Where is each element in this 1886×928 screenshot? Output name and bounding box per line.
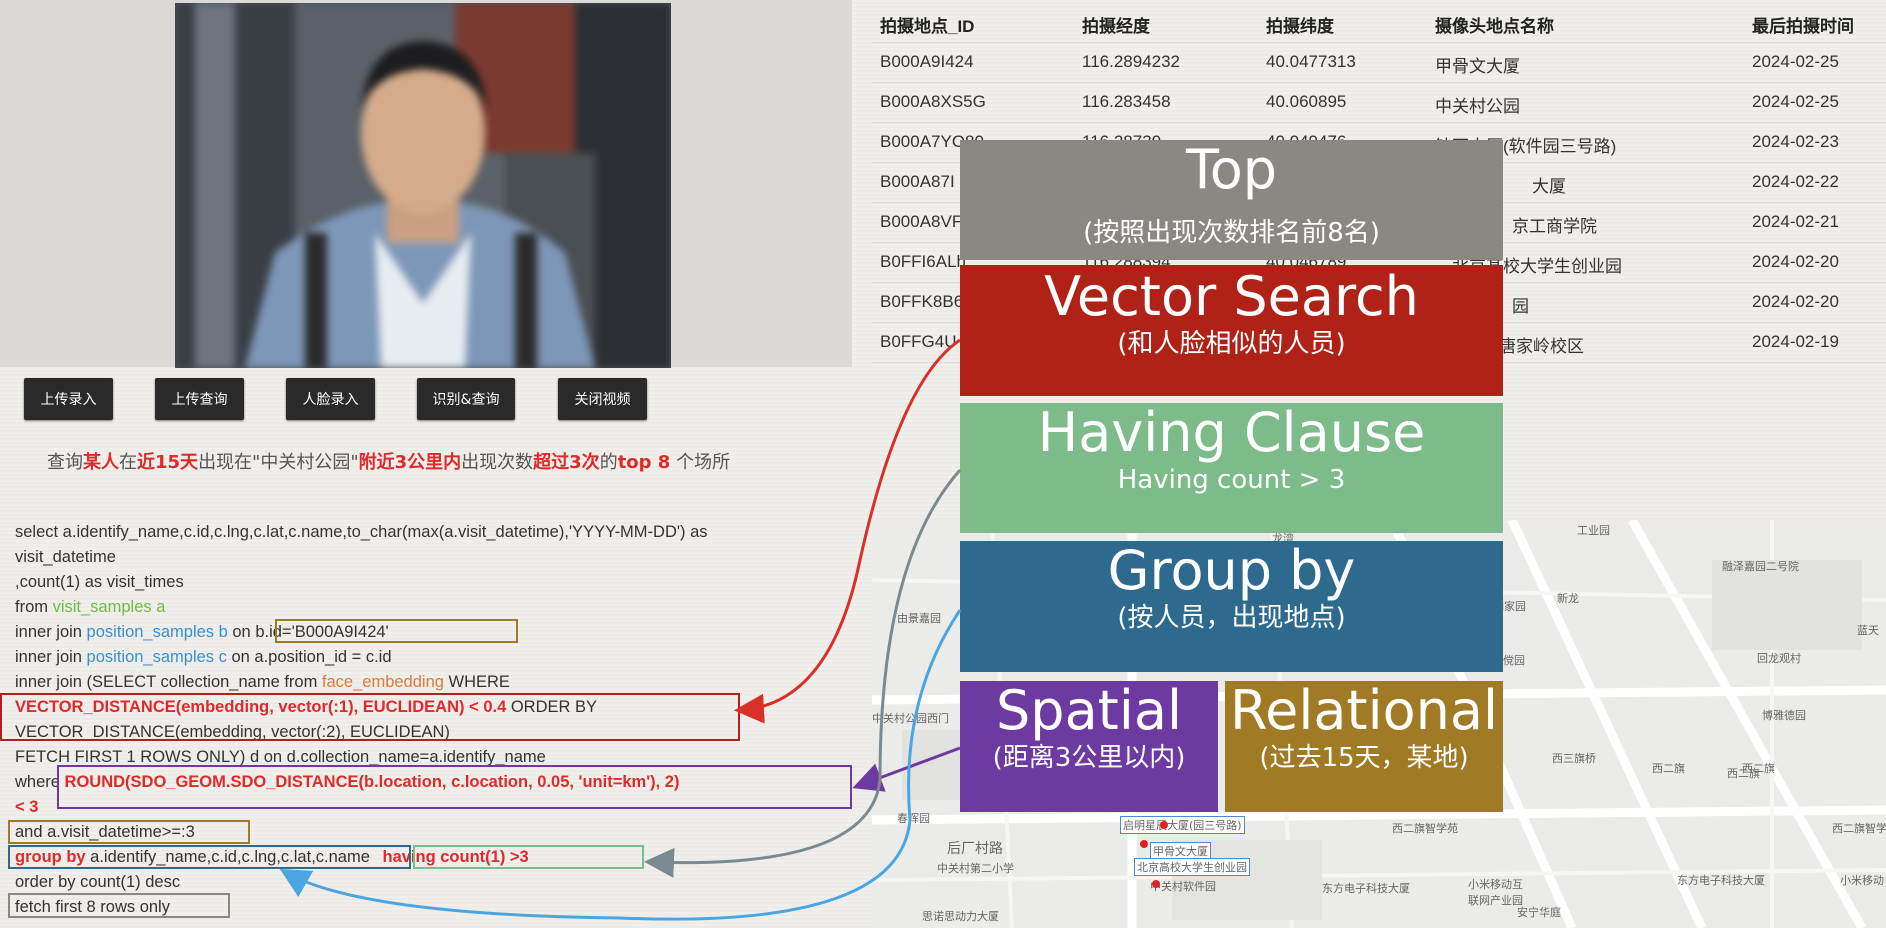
date-highlight-box — [8, 820, 250, 844]
vector-panel-title: Vector Search — [1044, 265, 1419, 328]
recognize-query-button[interactable]: 识别&查询 — [417, 378, 515, 420]
face-photo — [175, 3, 671, 368]
relational-highlight-box — [275, 619, 518, 643]
sql-line: visit_datetime — [15, 548, 116, 566]
fetch-highlight-box — [8, 893, 230, 918]
relational-panel-title: Relational — [1230, 679, 1498, 742]
upload-query-button[interactable]: 上传查询 — [155, 378, 244, 420]
table-header: 拍摄地点_ID 拍摄经度 拍摄纬度 摄像头地点名称 最后拍摄时间 — [872, 2, 1886, 43]
sql-line: inner join (SELECT collection_name from … — [15, 673, 510, 691]
map-label: 回龙观村 — [1757, 652, 1801, 665]
top-panel: Top (按照出现次数排名前8名) — [960, 140, 1503, 260]
sql-line: inner join position_samples c on a.posit… — [15, 648, 392, 666]
vector-panel-subtitle: (和人脸相似的人员) — [1117, 329, 1346, 359]
header-date: 最后拍摄时间 — [1752, 17, 1854, 36]
relational-panel-subtitle: (过去15天，某地) — [1259, 743, 1469, 773]
groupby-highlight-box — [8, 845, 411, 869]
table-row: B000A9I424 116.2894232 40.0477313 甲骨文大厦 2024… — [872, 42, 1886, 83]
map-label: 思诺思动力大厦 — [922, 910, 999, 923]
sql-line: < 3 — [15, 798, 39, 816]
spatial-panel-subtitle: (距离3公里以内) — [992, 743, 1186, 773]
having-panel-title: Having Clause — [1037, 401, 1426, 464]
map-label: 博雅德园 — [1762, 709, 1806, 722]
group-panel-subtitle: (按人员，出现地点) — [1117, 603, 1346, 633]
sql-line: from visit_samples a — [15, 598, 166, 616]
map-marker-icon[interactable] — [1152, 880, 1160, 888]
map-label: 中关村公园西门 — [872, 712, 949, 725]
map-label: 东方电子科技大厦 — [1322, 882, 1410, 895]
top-panel-subtitle: (按照出现次数排名前8名) — [1083, 218, 1380, 248]
map-marker-icon[interactable] — [1160, 821, 1168, 829]
map-label: 蓝天 — [1857, 624, 1879, 637]
face-register-button[interactable]: 人脸录入 — [286, 378, 375, 420]
map-label: 工业园 — [1577, 524, 1610, 537]
top-panel-title: Top — [1185, 138, 1278, 201]
video-panel — [0, 0, 852, 368]
vector-search-panel: Vector Search (和人脸相似的人员) — [960, 265, 1503, 396]
group-by-panel: Group by (按人员，出现地点) — [960, 541, 1503, 672]
map-label: 后厂村路 — [947, 841, 1003, 857]
having-clause-panel: Having Clause Having count > 3 — [960, 403, 1503, 533]
upload-register-button[interactable]: 上传录入 — [24, 378, 113, 420]
having-panel-subtitle: Having count > 3 — [1117, 465, 1346, 495]
spatial-panel: Spatial (距离3公里以内) — [960, 681, 1218, 812]
sql-line: order by count(1) desc — [15, 873, 181, 891]
map-label: 东方电子科技大厦 — [1677, 874, 1765, 887]
sql-line: select a.identify_name,c.id,c.lng,c.lat,… — [15, 523, 708, 541]
sql-line: ,count(1) as visit_times — [15, 573, 184, 591]
map-label: 安宁华庭 — [1517, 906, 1561, 919]
map-label: 融泽嘉园二号院 — [1722, 560, 1799, 573]
map-label: 西二旗 — [1727, 767, 1760, 780]
map-label: 小米移动 — [1840, 874, 1884, 887]
vector-highlight-box — [0, 693, 740, 741]
map-label: 新龙 — [1557, 592, 1579, 605]
header-lng: 拍摄经度 — [1082, 17, 1150, 36]
table-row: B000A8XS5G 116.283458 40.060895 中关村公园 2024-0… — [872, 82, 1886, 123]
relational-panel: Relational (过去15天，某地) — [1225, 681, 1503, 812]
map-label: 西二旗智学苑 — [1832, 822, 1886, 835]
map-label: 由景嘉园 — [897, 612, 941, 625]
map-label: 西二旗 — [1652, 762, 1685, 775]
map-label: 春晖园 — [897, 812, 930, 825]
spatial-panel-title: Spatial — [996, 679, 1182, 742]
having-highlight-box — [413, 845, 644, 869]
header-name: 摄像头地点名称 — [1435, 17, 1554, 36]
query-description: 查询某人在近15天出现在"中关村公园"附近3公里内出现次数超过3次的top 8 … — [47, 452, 731, 473]
spatial-highlight-box — [57, 765, 852, 809]
map-marker-icon[interactable] — [1140, 840, 1148, 848]
map-label: 西二旗智学苑 — [1392, 822, 1458, 835]
header-id: 拍摄地点_ID — [880, 17, 975, 36]
map-label: 中关村第二小学 — [937, 862, 1014, 875]
group-panel-title: Group by — [1107, 539, 1356, 602]
close-video-button[interactable]: 关闭视频 — [558, 378, 647, 420]
map-poi-label[interactable]: 北京高校大学生创业园 — [1134, 858, 1250, 876]
header-lat: 拍摄纬度 — [1266, 17, 1334, 36]
map-poi-label[interactable]: 启明星辰大厦(园三号路) — [1120, 816, 1245, 834]
map-label: 西三旗桥 — [1552, 752, 1596, 765]
map-poi-label[interactable]: 中关村软件园 — [1150, 878, 1216, 894]
